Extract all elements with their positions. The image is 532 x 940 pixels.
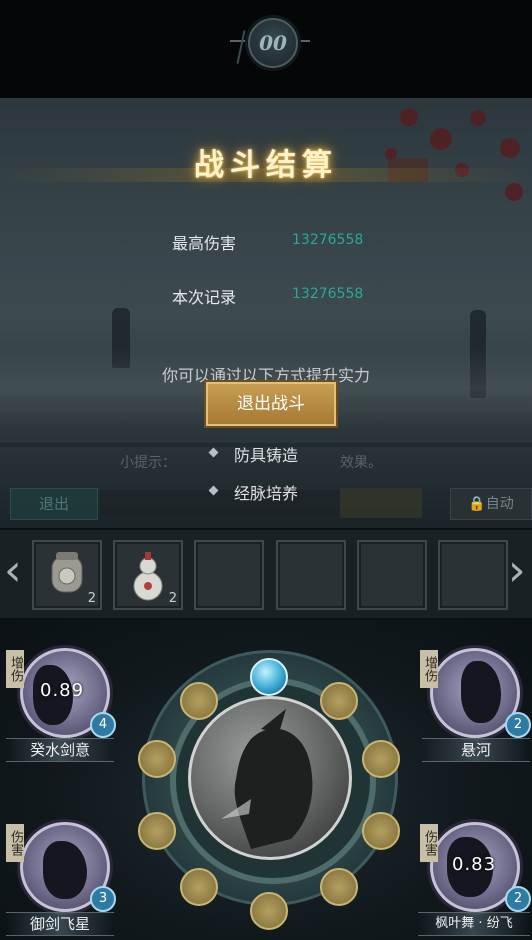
item-count: 2: [168, 591, 177, 606]
battle-exit-button[interactable]: 退出: [10, 488, 98, 520]
battle-tip-suffix: 效果。: [340, 455, 382, 471]
skill-tag: 伤害: [420, 824, 438, 862]
warrior-silhouette-icon: [221, 709, 313, 849]
stat-label-max-damage: 最高伤害: [172, 234, 237, 253]
battle-tip-prefix: 小提示：: [120, 455, 176, 471]
battle-progress-bar: [100, 490, 340, 516]
item-slot[interactable]: [194, 540, 264, 610]
item-count: 2: [87, 591, 96, 606]
skill-node-icon: [138, 740, 176, 778]
skill-node-icon: [180, 868, 218, 906]
main-attack-button[interactable]: [188, 696, 352, 860]
skill-node-icon: [180, 682, 218, 720]
item-slot[interactable]: 2: [32, 540, 102, 610]
stat-label-this-record: 本次记录: [172, 288, 237, 307]
exit-battle-button[interactable]: 退出战斗: [206, 382, 336, 426]
skill-cooldown: 0.83: [452, 854, 497, 875]
chevron-right-icon[interactable]: ›: [508, 545, 526, 596]
chevron-left-icon[interactable]: ‹: [4, 545, 22, 596]
auto-button[interactable]: 🔒自动: [450, 488, 532, 520]
skill-node-icon: [362, 740, 400, 778]
stat-value-this-record: 13276558: [292, 286, 364, 302]
skill-level-badge: 4: [90, 712, 116, 738]
skill-name: 枫叶舞 · 纷飞: [418, 912, 530, 936]
skill-tag: 增伤: [420, 650, 438, 688]
skill-tag: 伤害: [6, 824, 24, 862]
skill-name: 御剑飞星: [6, 912, 114, 936]
skill-node-icon: [320, 682, 358, 720]
skill-level-badge: 2: [505, 712, 531, 738]
skill-level-badge: 3: [90, 886, 116, 912]
item-slot[interactable]: [357, 540, 427, 610]
timer-badge: 00: [248, 18, 298, 68]
skill-node-icon: [138, 812, 176, 850]
improve-item-meridian-training[interactable]: 经脉培养: [234, 480, 298, 504]
result-title: 战斗结算: [194, 148, 338, 183]
item-slot[interactable]: [276, 540, 346, 610]
skill-node-icon: [362, 812, 400, 850]
lock-icon: 🔒: [468, 496, 486, 512]
skill-cooldown: 0.89: [40, 680, 85, 701]
skill-node-icon: [320, 868, 358, 906]
skill-level-badge: 2: [505, 886, 531, 912]
auto-button-label: 自动: [485, 496, 514, 512]
battle-bar-segment: [340, 488, 422, 518]
improve-item-armor-forging[interactable]: 防具铸造: [234, 442, 298, 466]
energy-orb-icon: [250, 658, 288, 696]
skill-node-icon: [250, 892, 288, 930]
skill-name: 悬河: [422, 738, 530, 762]
item-slot[interactable]: 2: [113, 540, 183, 610]
skill-tag: 增伤: [6, 650, 24, 688]
skill-name: 癸水剑意: [6, 738, 114, 762]
item-slot[interactable]: [438, 540, 508, 610]
stat-value-max-damage: 13276558: [292, 232, 364, 248]
